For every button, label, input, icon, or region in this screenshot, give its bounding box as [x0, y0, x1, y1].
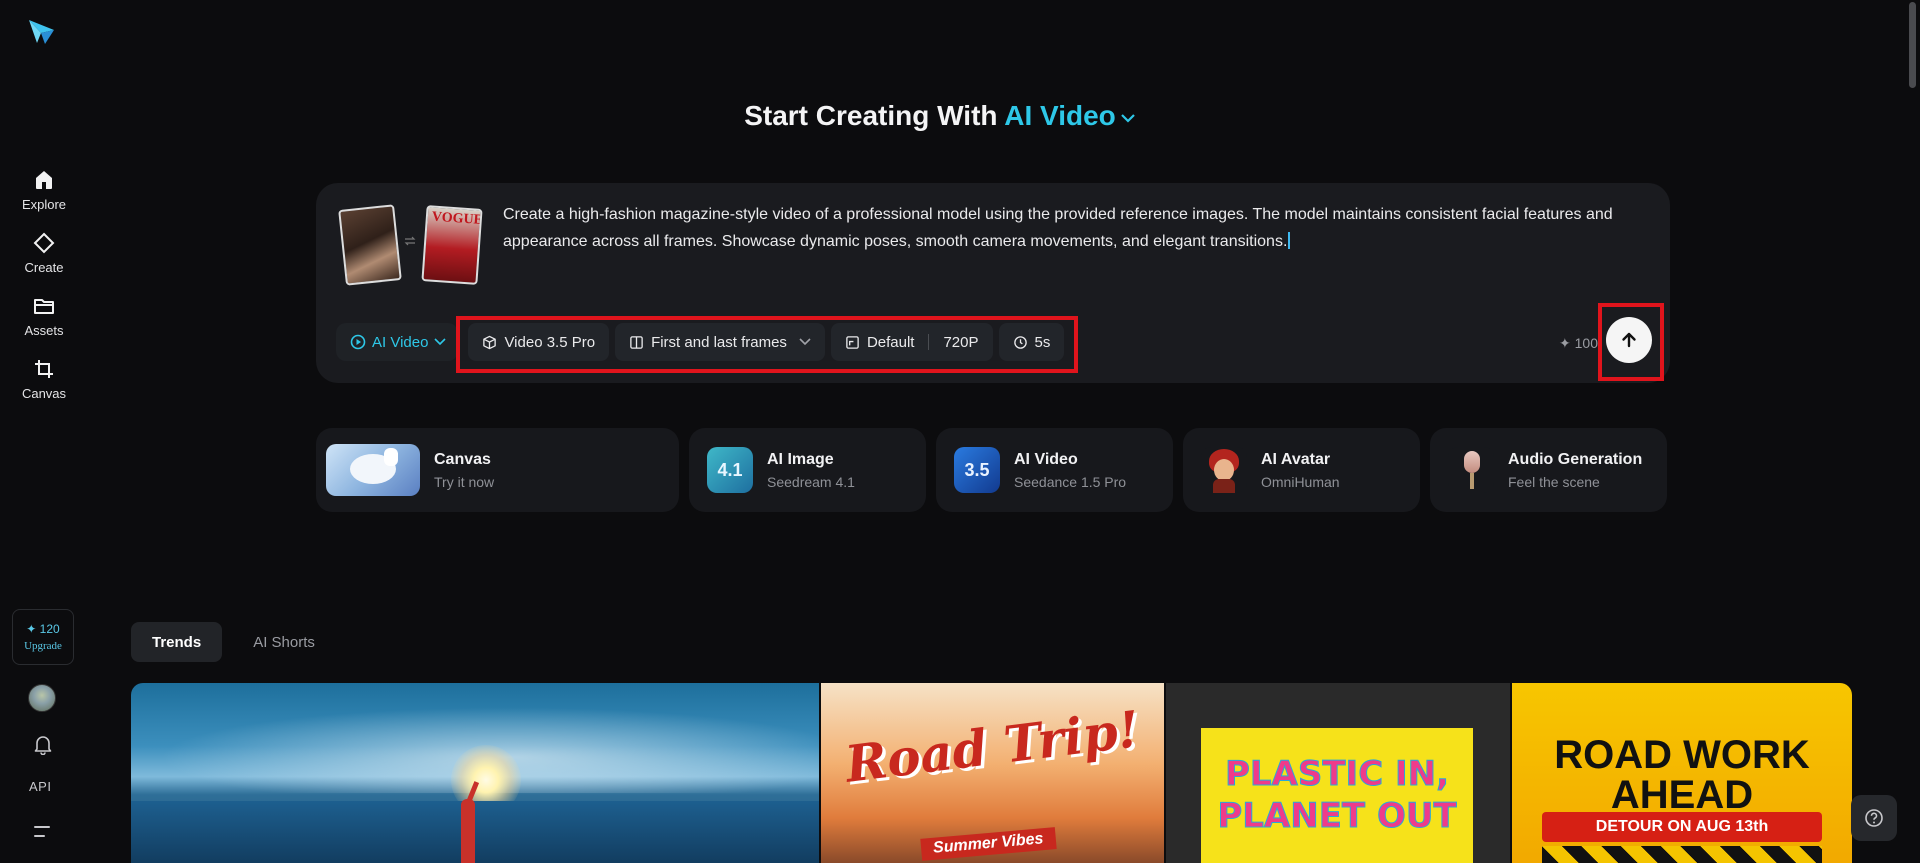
title-prefix: Start Creating With: [744, 100, 998, 131]
feature-card-ai-avatar[interactable]: AI Avatar OmniHuman: [1183, 428, 1420, 512]
sidebar-item-create[interactable]: Create: [0, 231, 88, 294]
feature-subtitle: Seedream 4.1: [767, 473, 855, 490]
ai-image-version-badge: 4.1: [717, 459, 743, 480]
sidebar-item-label: Explore: [21, 197, 67, 212]
prompt-text: Create a high-fashion magazine-style vid…: [503, 206, 1613, 250]
microphone-icon: [1448, 447, 1494, 493]
ai-avatar-icon: [1201, 447, 1247, 493]
ai-image-icon: 4.1: [707, 447, 753, 493]
reference-image-first[interactable]: [338, 204, 402, 286]
gallery-tile-road-trip[interactable]: Road Trip! Summer Vibes: [821, 683, 1164, 863]
feature-subtitle: Feel the scene: [1508, 473, 1600, 490]
avatar[interactable]: [28, 684, 56, 712]
tab-trends[interactable]: Trends: [131, 622, 223, 662]
api-link[interactable]: API: [29, 779, 51, 794]
diamond-icon: [32, 231, 56, 255]
upgrade-link[interactable]: Upgrade: [24, 640, 62, 652]
ai-video-version-badge: 3.5: [964, 459, 990, 480]
feature-subtitle: Seedance 1.5 Pro: [1014, 473, 1127, 490]
menu-icon[interactable]: [34, 824, 52, 840]
ai-video-icon: 3.5: [954, 447, 1000, 493]
paper-plane-logo[interactable]: [26, 16, 58, 48]
sidebar-item-label: Canvas: [21, 386, 67, 401]
feature-subtitle: OmniHuman: [1261, 473, 1340, 490]
folder-icon: [32, 294, 56, 318]
sea: [131, 801, 819, 863]
sidebar-item-canvas[interactable]: Canvas: [0, 357, 88, 420]
figure: [461, 799, 475, 863]
home-icon: [32, 168, 56, 192]
feature-title: AI Video: [1014, 450, 1078, 468]
credits-upgrade-box[interactable]: ✦ 120 Upgrade: [12, 609, 74, 665]
mode-selector[interactable]: AI Video: [1004, 100, 1136, 131]
canvas-thumbnail: [326, 444, 420, 496]
feature-title: Audio Generation: [1508, 450, 1643, 468]
plastic-title: PLASTIC IN, PLANET OUT: [1217, 754, 1457, 837]
reference-image-last[interactable]: VOGUE: [421, 205, 483, 285]
help-button[interactable]: [1851, 795, 1897, 841]
road-trip-subtitle: Summer Vibes: [920, 827, 1057, 861]
credits-amount: ✦ 120: [26, 622, 60, 636]
feature-title: Canvas: [434, 450, 491, 468]
gallery-tile-sun-sea[interactable]: [131, 683, 819, 863]
cost-value: 100: [1574, 335, 1598, 351]
mode-dropdown-label: AI Video: [372, 333, 429, 351]
bell-icon[interactable]: [32, 733, 54, 755]
feature-title: AI Avatar: [1261, 450, 1331, 468]
hazard-stripes: [1542, 846, 1822, 863]
scrollbar-thumb[interactable]: [1909, 2, 1916, 88]
question-icon: [1865, 809, 1883, 827]
gallery-tile-plastic[interactable]: PLASTIC IN, PLANET OUT: [1166, 683, 1510, 863]
road-trip-title: Road Trip!: [842, 699, 1143, 794]
mode-dropdown[interactable]: AI Video: [336, 323, 459, 361]
sidebar-item-assets[interactable]: Assets: [0, 294, 88, 357]
trends-gallery: Road Trip! Summer Vibes PLASTIC IN, PLAN…: [131, 683, 1854, 863]
feature-card-ai-video[interactable]: 3.5 AI Video Seedance 1.5 Pro: [936, 428, 1173, 512]
feature-card-audio-generation[interactable]: Audio Generation Feel the scene: [1430, 428, 1667, 512]
feature-subtitle: Try it now: [434, 473, 495, 490]
swap-icon[interactable]: [404, 236, 416, 246]
feature-cards: Canvas Try it now 4.1 AI Image Seedream …: [316, 428, 1677, 512]
text-caret: [1288, 232, 1291, 249]
credits-value: 120: [39, 622, 60, 636]
sidebar-item-label: Assets: [24, 323, 64, 338]
options-highlight: [456, 316, 1078, 373]
generate-highlight: [1598, 303, 1664, 381]
scrollbar[interactable]: [1905, 0, 1920, 863]
feature-title: AI Image: [767, 450, 834, 468]
mode-selector-label: AI Video: [1004, 100, 1116, 131]
prompt-input[interactable]: Create a high-fashion magazine-style vid…: [503, 201, 1633, 255]
sidebar-item-label: Create: [24, 260, 64, 275]
sidebar-item-explore[interactable]: Explore: [0, 168, 88, 231]
page-title: Start Creating With AI Video: [0, 100, 1880, 132]
crop-icon: [32, 357, 56, 381]
feature-card-ai-image[interactable]: 4.1 AI Image Seedream 4.1: [689, 428, 926, 512]
gallery-tile-road-work[interactable]: ROAD WORK AHEAD DETOUR ON AUG 13th: [1512, 683, 1852, 863]
feature-card-canvas[interactable]: Canvas Try it now: [316, 428, 679, 512]
road-work-title: ROAD WORK AHEAD: [1554, 733, 1810, 817]
magazine-mark: VOGUE: [431, 209, 483, 229]
content-tabs: Trends AI Shorts: [131, 622, 336, 662]
ai-video-icon: [350, 334, 366, 350]
road-work-subtitle: DETOUR ON AUG 13th: [1542, 812, 1822, 842]
tab-ai-shorts[interactable]: AI Shorts: [232, 622, 336, 662]
generation-cost: ✦ 100: [1559, 335, 1598, 351]
chevron-down-icon: [434, 338, 447, 346]
app-root: Explore Create Assets Canvas ✦ 120 Upgra…: [0, 0, 1920, 863]
chevron-down-icon: [1121, 113, 1135, 123]
prompt-card: VOGUE Create a high-fashion magazine-sty…: [316, 183, 1670, 383]
sidebar-nav: Explore Create Assets Canvas: [0, 168, 88, 420]
